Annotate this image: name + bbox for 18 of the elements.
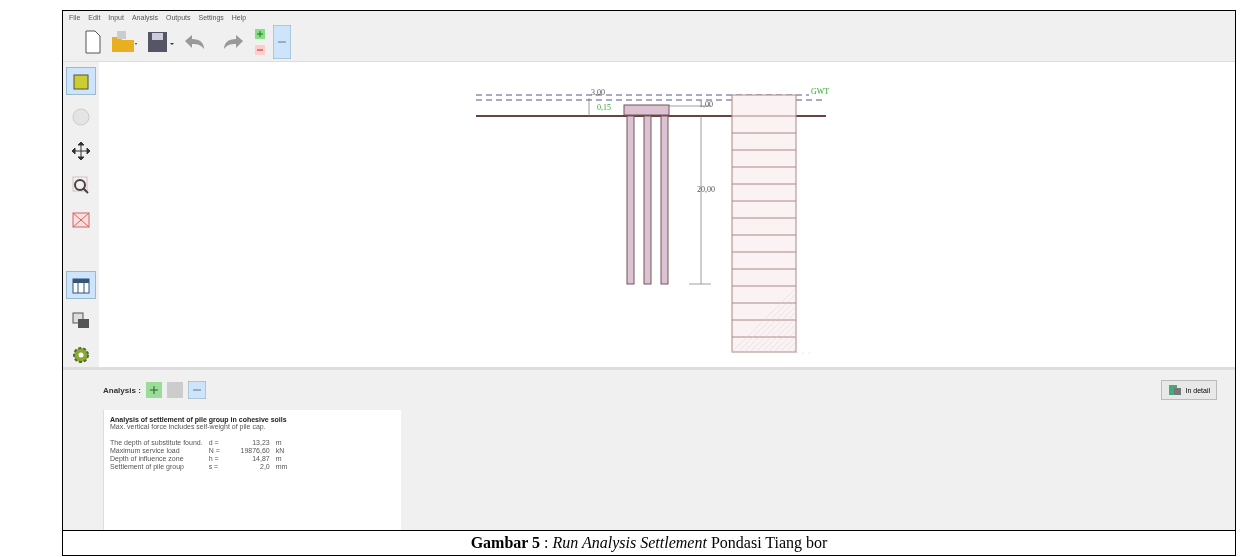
analysis-label: Analysis :: [103, 385, 141, 395]
analysis-stage-icon[interactable]: [187, 381, 206, 399]
stage-add-remove-icon[interactable]: [253, 27, 267, 57]
stage-icon[interactable]: [273, 25, 291, 59]
dimension-label: 20,00: [697, 185, 715, 194]
table-icon[interactable]: [67, 272, 95, 298]
2d-view-icon[interactable]: [67, 68, 95, 94]
dimension-label: GWT: [811, 87, 830, 96]
folder-icon[interactable]: [109, 29, 139, 55]
report-icon: [1168, 384, 1183, 396]
pile-cap: [623, 104, 670, 116]
dimension-label: 1,00: [699, 100, 713, 109]
new-file-icon[interactable]: [83, 29, 103, 55]
add-icon[interactable]: [145, 382, 162, 398]
save-icon[interactable]: [145, 29, 175, 55]
figure-caption: Gambar 5 : Run Analysis Settlement Pondasi Tiang bor: [469, 533, 829, 554]
dimension-label: 0,15: [597, 103, 611, 112]
dimension-label: 3,00: [591, 88, 605, 97]
